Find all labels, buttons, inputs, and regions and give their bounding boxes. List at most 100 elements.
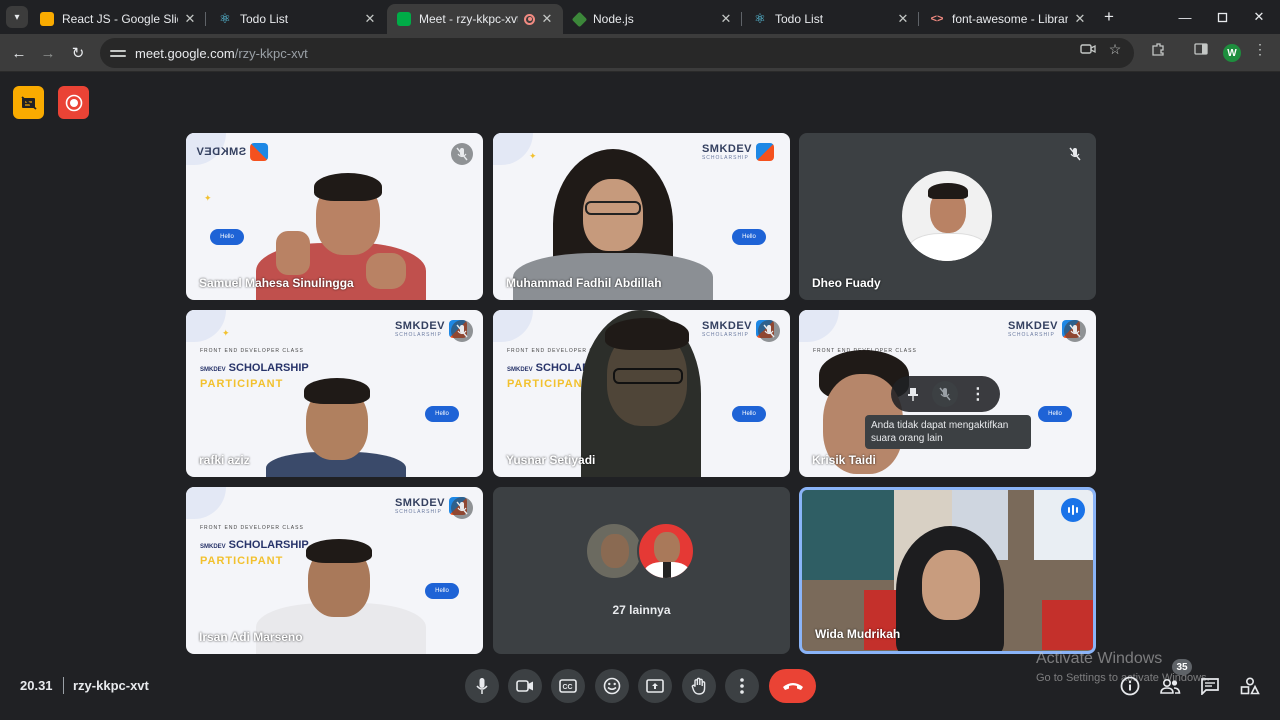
participant-avatar [637, 522, 695, 580]
svg-text:CC: CC [563, 684, 573, 691]
participant-tile[interactable]: SMKDEVSCHOLARSHIP FRONT END DEVELOPER CL… [493, 310, 790, 477]
participant-avatar [585, 522, 643, 580]
close-icon[interactable]: ✕ [182, 11, 198, 27]
site-info-icon[interactable] [110, 49, 126, 57]
participant-tile[interactable]: Dheo Fuady [799, 133, 1096, 300]
slide-class-text: FRONT END DEVELOPER CLASS [200, 525, 304, 531]
slide-hello-bubble: Hello [425, 406, 459, 422]
participant-name: Krisik Taidi [812, 453, 876, 467]
speaking-indicator-icon [1061, 498, 1085, 522]
profile-avatar[interactable]: W [1223, 44, 1241, 62]
mic-off-icon [451, 497, 473, 519]
background-chair [1042, 600, 1093, 650]
tab-todo-list-1[interactable]: ⚛ Todo List ✕ [208, 4, 386, 34]
mic-off-icon [451, 320, 473, 342]
url-text[interactable]: meet.google.com/rzy-kkpc-xvt [135, 46, 308, 61]
pin-icon[interactable] [900, 381, 926, 407]
mic-icon [476, 678, 488, 694]
tile-hover-controls: ⋮ [891, 376, 1000, 412]
participant-name: Muhammad Fadhil Abdillah [506, 276, 662, 290]
activities-button[interactable] [1238, 674, 1262, 698]
back-button[interactable]: ← [8, 42, 30, 64]
slide-hello-bubble: Hello [1038, 406, 1072, 422]
mic-off-icon [1064, 320, 1086, 342]
maximize-button[interactable] [1211, 6, 1233, 28]
tab-label: font-awesome - Libraries [952, 12, 1068, 26]
slide-decoration [186, 310, 226, 342]
recording-indicator[interactable] [58, 86, 89, 119]
participant-tile[interactable]: SMKDEVSCHOLARSHIP FRONT END DEVELOPER CL… [186, 487, 483, 654]
slides-icon [40, 12, 54, 26]
new-tab-button[interactable]: + [1100, 7, 1118, 26]
others-tile[interactable]: 27 lainnya [493, 487, 790, 654]
meeting-details-button[interactable] [1118, 674, 1142, 698]
microphone-button[interactable] [465, 669, 499, 703]
more-options-button[interactable] [725, 669, 759, 703]
participant-tile-active-speaker[interactable]: Wida Mudrikah [799, 487, 1096, 654]
participant-tile[interactable]: SMKDEV Hello ✦ Samuel Mahesa Sinulingga [186, 133, 483, 300]
slide-subtitle: PARTICIPANT [200, 378, 284, 390]
tab-react-slides[interactable]: React JS - Google Slide ✕ [30, 4, 206, 34]
chat-button[interactable] [1198, 674, 1222, 698]
meeting-code[interactable]: rzy-kkpc-xvt [73, 678, 149, 693]
participant-count-badge: 35 [1172, 659, 1192, 675]
close-icon[interactable]: ✕ [539, 11, 555, 27]
close-icon[interactable]: ✕ [718, 11, 734, 27]
hang-up-icon [782, 683, 803, 690]
slide-logo: SMKDEV [196, 143, 269, 161]
extensions-icon[interactable] [1150, 41, 1166, 57]
slide-decoration [493, 310, 533, 342]
chat-icon [1201, 678, 1219, 695]
participant-tile[interactable]: SMKDEVSCHOLARSHIP FRONT END DEVELOPER CL… [799, 310, 1096, 477]
meet-icon [397, 12, 411, 26]
slide-logo: SMKDEV SCHOLARSHIP [702, 143, 774, 161]
minimize-button[interactable]: — [1174, 6, 1196, 28]
browser-toolbar: ← → ↻ meet.google.com/rzy-kkpc-xvt ☆ W ⋮ [0, 34, 1280, 72]
tab-todo-list-2[interactable]: ⚛ Todo List ✕ [743, 4, 919, 34]
side-panel-icon[interactable] [1193, 41, 1209, 57]
people-icon [1160, 678, 1181, 694]
present-icon [646, 679, 664, 693]
participant-tile[interactable]: SMKDEVSCHOLARSHIP FRONT END DEVELOPER CL… [186, 310, 483, 477]
captions-button[interactable]: CC [551, 669, 585, 703]
url-host: meet.google.com [135, 45, 235, 61]
participant-avatar [902, 171, 992, 261]
mic-off-icon[interactable] [932, 381, 959, 407]
reactions-button[interactable] [595, 669, 629, 703]
reload-button[interactable]: ↻ [67, 42, 89, 64]
leave-call-button[interactable] [769, 669, 816, 703]
close-icon[interactable]: ✕ [895, 11, 911, 27]
more-options-icon[interactable]: ⋮ [965, 381, 991, 407]
tab-search-button[interactable]: ▾ [6, 6, 28, 28]
forward-button[interactable]: → [37, 42, 59, 64]
present-screen-button[interactable] [638, 669, 672, 703]
bookmark-star-icon[interactable]: ☆ [1107, 41, 1123, 57]
tab-meet[interactable]: Meet - rzy-kkpc-xvt ✕ [387, 4, 563, 34]
tab-nodejs[interactable]: Node.js ✕ [564, 4, 742, 34]
close-window-button[interactable]: ✕ [1248, 6, 1270, 28]
code-icon: <> [930, 13, 944, 25]
participant-name: Wida Mudrikah [815, 627, 901, 641]
background-window [802, 490, 894, 580]
activities-shapes-icon [1240, 677, 1260, 695]
tab-font-awesome[interactable]: <> font-awesome - Libraries ✕ [920, 4, 1096, 34]
slide-class-text: FRONT END DEVELOPER CLASS [200, 348, 304, 354]
mute-tooltip: Anda tidak dapat mengaktifkan suara oran… [865, 415, 1031, 449]
camera-button[interactable] [508, 669, 542, 703]
participant-name: Samuel Mahesa Sinulingga [199, 276, 354, 290]
address-bar[interactable]: meet.google.com/rzy-kkpc-xvt [100, 38, 1134, 68]
slide-subtitle: PARTICIPANT [507, 378, 591, 390]
people-button[interactable] [1158, 674, 1182, 698]
close-icon[interactable]: ✕ [362, 11, 378, 27]
more-menu-icon[interactable]: ⋮ [1252, 41, 1268, 57]
close-icon[interactable]: ✕ [1072, 11, 1088, 27]
participant-tile[interactable]: SMKDEV SCHOLARSHIP Hello ✦ Muhammad Fadhi… [493, 133, 790, 300]
raise-hand-button[interactable] [682, 669, 716, 703]
tab-label: Todo List [240, 12, 289, 26]
captions-off-indicator[interactable] [13, 86, 44, 119]
tab-label: Node.js [593, 12, 634, 26]
slide-decoration [799, 310, 839, 342]
url-path: /rzy-kkpc-xvt [234, 45, 308, 61]
camera-in-use-icon[interactable] [1080, 41, 1096, 57]
tab-label: React JS - Google Slide [62, 12, 178, 26]
